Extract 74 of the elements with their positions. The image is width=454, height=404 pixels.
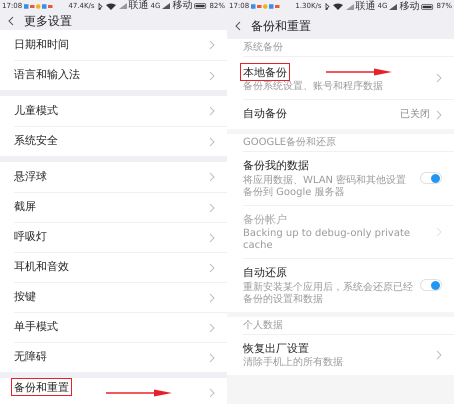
chevron-right-icon xyxy=(436,350,442,360)
annotation-arrow-icon xyxy=(326,68,392,76)
setting-label: 备份和重置 xyxy=(14,381,69,394)
section-header: 个人数据 xyxy=(243,318,283,332)
carrier-name: 联通 xyxy=(356,0,376,12)
chevron-right-icon xyxy=(209,136,215,146)
setting-label: 语言和输入法 xyxy=(14,67,80,84)
setting-label: 系统安全 xyxy=(14,133,58,150)
chevron-right-icon xyxy=(209,322,215,332)
section-header: 系统备份 xyxy=(243,40,283,55)
carrier-name: 移动 xyxy=(172,0,192,12)
notification-icons xyxy=(24,4,54,8)
battery-icon xyxy=(194,3,208,9)
setting-label: 备份我的数据 xyxy=(243,158,309,174)
setting-label: 截屏 xyxy=(14,199,36,216)
settings-row[interactable]: 自动备份 已关闭 xyxy=(243,99,454,129)
toggle-switch[interactable] xyxy=(420,279,442,292)
settings-row[interactable]: 日期和时间 xyxy=(14,30,227,60)
signal-icon xyxy=(162,3,170,9)
chevron-right-icon xyxy=(209,232,215,242)
setting-label: 无障碍 xyxy=(14,349,47,366)
battery-icon xyxy=(421,4,434,10)
bluetooth-wifi-icons xyxy=(324,3,344,10)
chevron-right-icon xyxy=(209,388,215,398)
setting-label: 自动还原 xyxy=(243,265,287,281)
toggle-switch[interactable] xyxy=(420,172,442,184)
setting-label: 儿童模式 xyxy=(14,102,58,119)
setting-description: 清除手机上的所有数据 xyxy=(243,357,344,369)
carrier-name: 移动 xyxy=(399,0,420,12)
chevron-right-icon xyxy=(436,110,442,120)
setting-description: 将应用数据、WLAN 密码和其他设置备份到 Google 服务器 xyxy=(243,174,408,198)
notification-icons xyxy=(251,4,282,9)
chevron-right-icon xyxy=(209,292,215,302)
chevron-right-icon xyxy=(209,202,215,212)
setting-label: 耳机和音效 xyxy=(14,259,69,276)
chevron-right-icon xyxy=(209,352,215,362)
signal-icon xyxy=(346,4,354,10)
chevron-right-icon xyxy=(209,262,215,272)
chevron-right-icon xyxy=(209,40,215,50)
chevron-right-icon xyxy=(209,172,215,182)
settings-row[interactable]: 备份和重置 xyxy=(14,378,227,404)
setting-description: 重新安装某个应用后，系统会还原已经备份的设置和数据 xyxy=(243,282,414,306)
chevron-right-icon xyxy=(436,73,442,83)
signal-icon xyxy=(389,4,398,10)
settings-row[interactable]: 自动还原 重新安装某个应用后，系统会还原已经备份的设置和数据 xyxy=(243,258,454,312)
carrier-name: 联通 xyxy=(128,0,149,12)
settings-row[interactable]: 本地备份 备份系统设置、账号和程序数据 xyxy=(243,56,454,99)
setting-label: 日期和时间 xyxy=(14,36,69,53)
setting-description: Backing up to debug-only private cache xyxy=(243,228,412,252)
setting-label: 单手模式 xyxy=(14,319,58,336)
chevron-right-icon xyxy=(209,106,215,116)
setting-label: 恢复出厂设置 xyxy=(243,340,309,356)
back-icon[interactable] xyxy=(8,16,14,26)
back-icon[interactable] xyxy=(235,21,241,31)
setting-label: 按键 xyxy=(14,289,36,306)
settings-row[interactable]: 恢复出厂设置 清除手机上的所有数据 xyxy=(243,334,454,375)
setting-label: 呼吸灯 xyxy=(14,229,47,246)
settings-row[interactable]: 儿童模式 xyxy=(14,96,227,126)
signal-icon xyxy=(118,3,127,9)
bluetooth-wifi-icons xyxy=(96,2,117,10)
screen-title: 备份和重置 xyxy=(251,18,311,35)
settings-row[interactable]: 悬浮球 xyxy=(14,162,227,192)
setting-label: 悬浮球 xyxy=(14,168,47,185)
annotation-arrow-icon xyxy=(106,389,172,397)
settings-row[interactable]: 备份我的数据 将应用数据、WLAN 密码和其他设置备份到 Google 服务器 xyxy=(243,151,454,204)
setting-value: 已关闭 xyxy=(400,108,430,122)
chevron-right-icon xyxy=(436,226,442,237)
setting-label: 本地备份 xyxy=(243,66,287,79)
chevron-right-icon xyxy=(209,70,215,80)
setting-label: 自动备份 xyxy=(243,106,287,122)
setting-description: 备份系统设置、账号和程序数据 xyxy=(243,81,384,93)
setting-label: 备份帐户 xyxy=(243,212,287,228)
section-header: GOOGLE备份和还原 xyxy=(243,136,336,150)
screen-title: 更多设置 xyxy=(24,13,72,30)
